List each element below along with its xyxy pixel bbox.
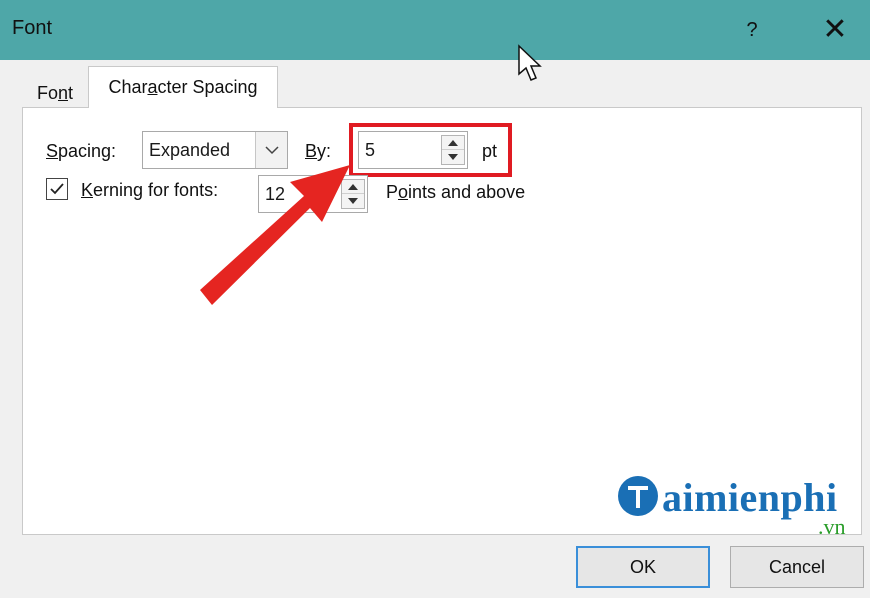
window-title: Font [12, 17, 53, 39]
points-and-above-label: Points and above [386, 182, 526, 202]
spacing-select-value: Expanded [149, 140, 231, 160]
kerning-checkbox[interactable] [46, 178, 68, 200]
logo-t-icon [618, 476, 658, 516]
logo-text: aimienphi [662, 475, 838, 520]
by-label: By: [305, 141, 332, 161]
tab-font[interactable]: Font [22, 75, 88, 111]
help-button[interactable]: ? [730, 12, 774, 48]
tab-font-label: Font [36, 82, 74, 103]
spacing-label: Spacing: [46, 141, 117, 161]
close-button[interactable]: ✕ [810, 10, 860, 50]
red-arrow-annotation [200, 165, 350, 305]
ok-button[interactable]: OK [576, 546, 710, 588]
tab-character-spacing[interactable]: Character Spacing [88, 66, 278, 108]
cancel-button[interactable]: Cancel [730, 546, 864, 588]
checkmark-icon [50, 183, 64, 195]
highlight-box [349, 123, 512, 177]
mouse-cursor-icon [518, 44, 542, 81]
tab-character-spacing-label: Character Spacing [108, 77, 258, 97]
logo-domain: .vn [818, 514, 846, 539]
title-bar[interactable]: Font ? ✕ [0, 0, 870, 60]
taimienphi-logo: aimienphi .vn [612, 470, 862, 540]
